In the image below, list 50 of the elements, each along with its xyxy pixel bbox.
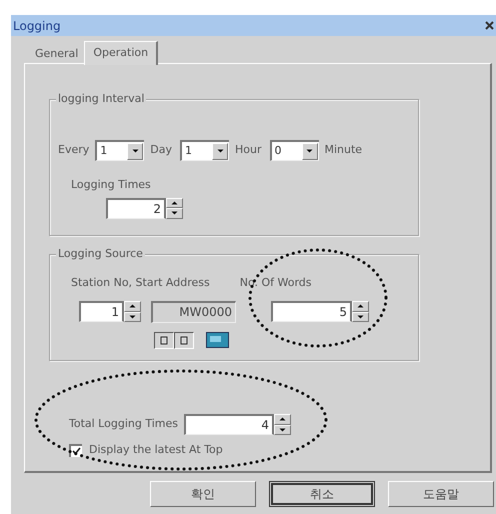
- down-arrow-icon: [278, 428, 286, 432]
- close-icon[interactable]: [485, 21, 494, 30]
- number-field[interactable]: 5: [271, 301, 352, 322]
- dialog-button[interactable]: 확인: [150, 481, 256, 507]
- unit-label: Day: [150, 142, 172, 158]
- checkbox-label: Display the latest At Top: [89, 442, 223, 458]
- down-arrow-icon: [306, 149, 313, 153]
- up-arrow-icon: [357, 304, 364, 308]
- spin-up-button[interactable]: [352, 301, 369, 312]
- unit-label: Hour: [235, 142, 262, 158]
- dropdown-field[interactable]: 1: [95, 140, 144, 161]
- down-arrow-icon: [129, 314, 136, 319]
- down-arrow-icon: [357, 314, 364, 319]
- dropdown-button[interactable]: [302, 142, 318, 160]
- down-arrow-icon: [132, 149, 139, 153]
- screen-icon[interactable]: [206, 332, 229, 348]
- spin-up-button[interactable]: [124, 301, 141, 312]
- down-arrow-icon: [171, 211, 178, 216]
- field-label: Total Logging Times: [69, 416, 178, 432]
- spin-up-button[interactable]: [274, 414, 291, 424]
- spin-up-button[interactable]: [166, 198, 183, 208]
- number-field[interactable]: 1: [79, 301, 124, 322]
- number-field[interactable]: 2: [106, 198, 166, 218]
- group-title: logging Interval: [56, 91, 146, 108]
- spin-down-button[interactable]: [166, 208, 183, 218]
- square-icon: [180, 336, 188, 344]
- dialog-button[interactable]: 취소: [269, 481, 375, 507]
- check-icon: [72, 447, 81, 456]
- tab[interactable]: Operation: [84, 40, 158, 65]
- dropdown-button[interactable]: [127, 142, 144, 160]
- field-label: Every: [58, 142, 90, 158]
- square-icon: [160, 336, 168, 344]
- up-arrow-icon: [171, 200, 178, 205]
- group-title: Logging Source: [56, 246, 145, 262]
- field-label: Logging Times: [71, 177, 152, 193]
- dialog-button[interactable]: 도움말: [388, 481, 494, 507]
- down-arrow-icon: [216, 149, 224, 153]
- up-arrow-icon: [278, 417, 286, 422]
- toolbar-button[interactable]: [154, 332, 174, 348]
- dropdown-field[interactable]: 0: [270, 140, 318, 161]
- spin-down-button[interactable]: [352, 312, 369, 322]
- up-arrow-icon: [129, 304, 136, 308]
- unit-label: Minute: [324, 142, 362, 158]
- number-field[interactable]: 4: [184, 414, 274, 435]
- field-label: Station No, Start Address: [71, 275, 210, 291]
- window-title: Logging: [13, 18, 61, 34]
- toolbar-button[interactable]: [174, 332, 194, 348]
- spin-down-button[interactable]: [124, 312, 141, 322]
- dropdown-field[interactable]: 1: [180, 140, 229, 161]
- dropdown-button[interactable]: [212, 142, 228, 160]
